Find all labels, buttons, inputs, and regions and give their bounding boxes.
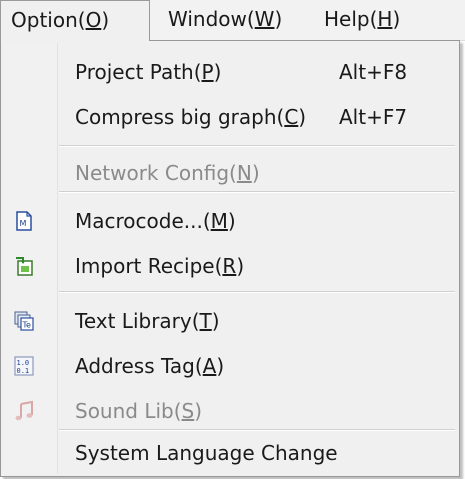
menu-item-text-library[interactable]: Te Text Library(T) [3,300,455,342]
label-end: ) [251,161,260,185]
label-end: ) [236,254,245,278]
label-text: Address Tag( [75,354,203,378]
menu-item-project-path-shortcut: Alt+F8 [339,60,408,84]
menu-item-import-recipe[interactable]: Import Recipe(R) [3,245,455,287]
label-end: ) [194,399,203,423]
menu-option-label-end: ) [101,8,110,32]
accesskey: A [202,354,217,378]
menu-item-sound-lib: Sound Lib(S) [3,390,455,432]
menu-help-accesskey: H [377,7,393,31]
menu-option-accesskey: O [85,8,102,32]
label-text: Project Path( [75,60,202,84]
text-library-icon: Te [14,311,34,331]
menu-bar: Option(O) Window(W) Help(H) [0,0,465,41]
menu-item-system-language-change-label: System Language Change [75,441,338,465]
menu-separator [59,191,455,193]
accesskey: M [210,209,228,233]
label-text: Sound Lib( [75,399,182,423]
label-text: Import Recipe( [75,254,223,278]
label-end: ) [227,209,236,233]
menu-help-label: Help( [324,7,378,31]
menu-item-network-config: Network Config(N) [3,152,455,194]
accesskey: P [201,60,214,84]
import-recipe-icon [16,257,33,276]
menu-help-label-end: ) [392,7,401,31]
menu-help[interactable]: Help(H) [314,0,410,40]
menu-window-label-end: ) [274,7,283,31]
accesskey: S [181,399,195,423]
menu-item-macrocode[interactable]: M Macrocode...(M) [3,200,455,242]
menu-item-address-tag-label: Address Tag(A) [75,345,224,387]
label-text: Network Config( [75,161,237,185]
menu-item-network-config-label: Network Config(N) [75,152,260,194]
menu-item-sound-lib-label: Sound Lib(S) [75,390,202,432]
svg-text:M: M [20,219,27,228]
label-text: Compress big graph( [75,105,285,129]
menu-item-macrocode-label: Macrocode...(M) [75,200,236,242]
menu-item-system-language-change[interactable]: System Language Change [3,432,455,474]
menu-option-label: Option( [11,8,86,32]
label-end: ) [298,105,307,129]
menu-window[interactable]: Window(W) [158,0,292,40]
menu-separator [59,429,455,431]
label-end: ) [211,309,220,333]
menu-item-compress-big-graph-shortcut: Alt+F7 [339,105,408,129]
label-text: Macrocode...( [75,209,211,233]
svg-text:0.1: 0.1 [17,367,30,375]
svg-text:Te: Te [22,321,32,330]
menu-item-project-path-label: Project Path(P) [75,51,221,93]
accesskey: N [236,161,252,185]
label-end: ) [216,354,225,378]
menu-item-compress-big-graph[interactable]: Compress big graph(C) Alt+F7 [3,96,455,138]
menu-separator [59,145,455,147]
menu-item-address-tag[interactable]: 1.0 0.1 Address Tag(A) [3,345,455,387]
accesskey: C [284,105,299,129]
accesskey: T [199,309,212,333]
option-dropdown-menu: Project Path(P) Alt+F8 Compress big grap… [0,40,460,477]
address-tag-icon: 1.0 0.1 [14,356,34,376]
menu-item-import-recipe-label: Import Recipe(R) [75,245,244,287]
menu-separator [59,291,455,293]
svg-text:1.0: 1.0 [17,359,30,367]
menu-window-label: Window( [168,7,255,31]
menu-item-project-path[interactable]: Project Path(P) Alt+F8 [3,51,455,93]
label-end: ) [213,60,222,84]
macrocode-icon: M [16,211,32,231]
menu-option[interactable]: Option(O) [0,0,150,41]
menu-window-accesskey: W [254,7,275,31]
menu-item-text-library-label: Text Library(T) [75,300,220,342]
label-text: Text Library( [75,309,200,333]
accesskey: R [222,254,237,278]
sound-lib-icon [15,400,33,421]
menu-item-compress-big-graph-label: Compress big graph(C) [75,96,306,138]
